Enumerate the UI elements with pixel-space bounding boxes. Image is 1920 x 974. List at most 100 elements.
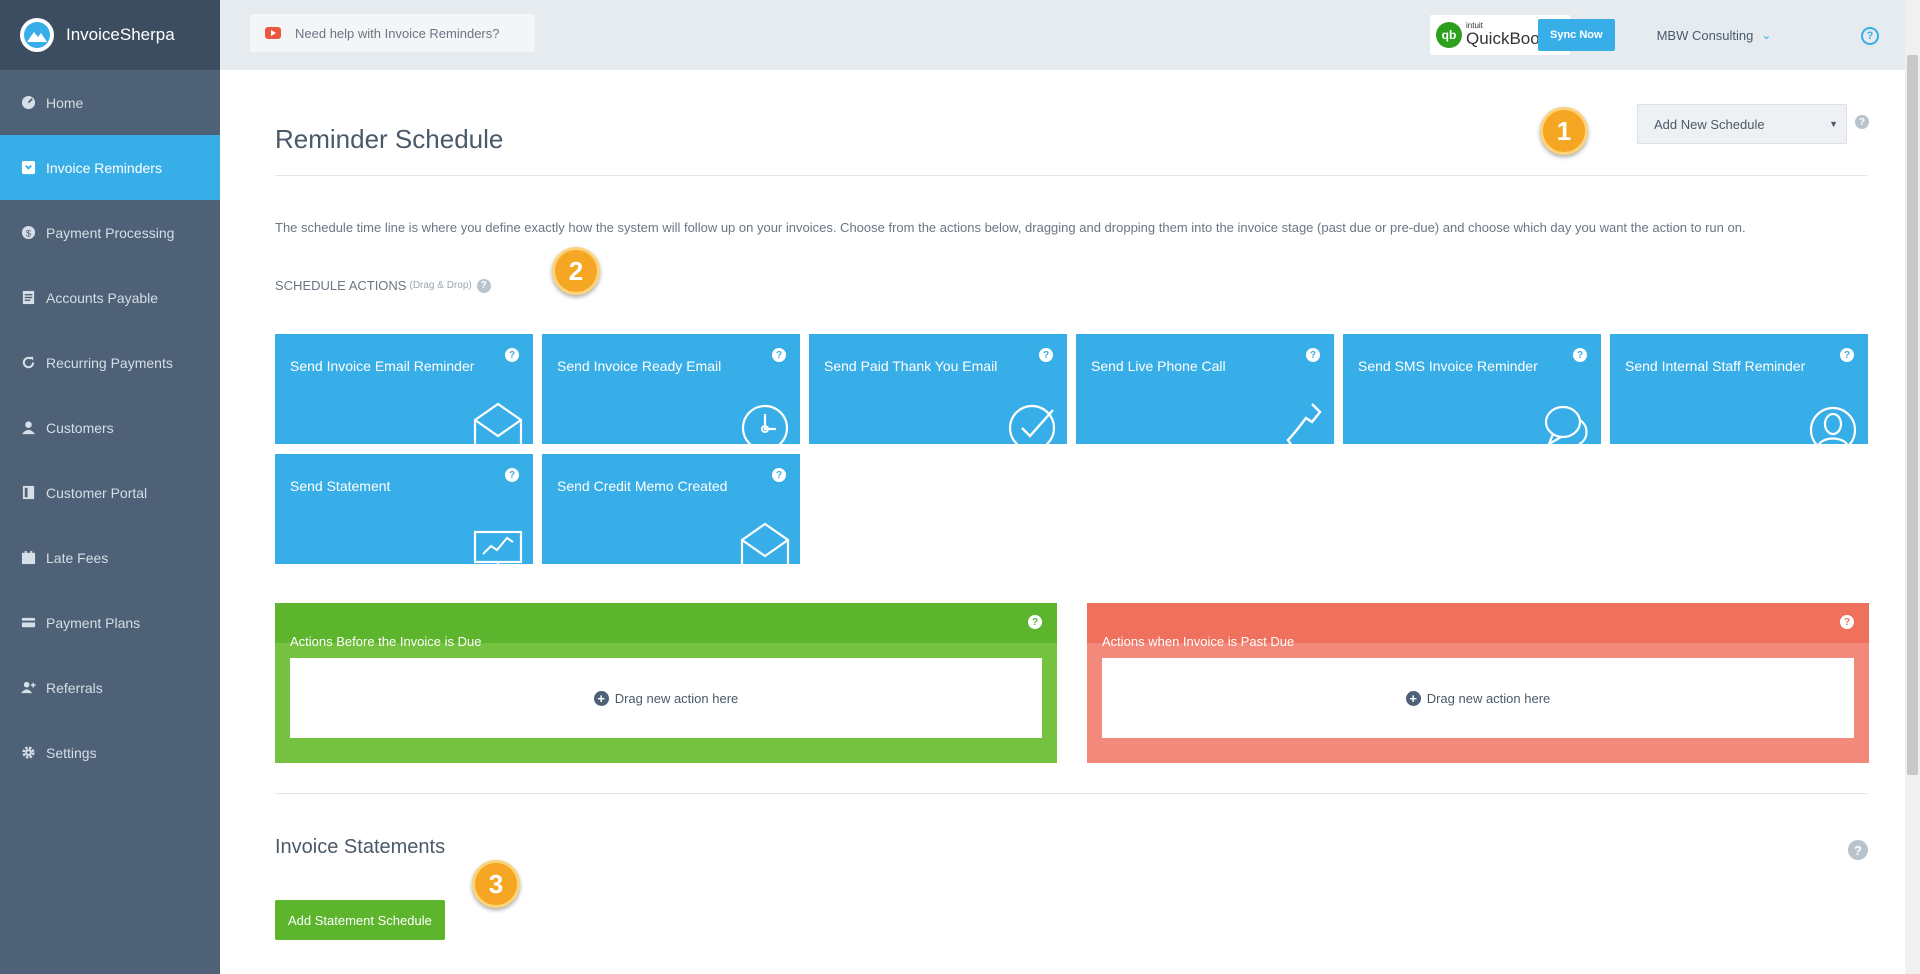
statements-help-icon[interactable]: ? — [1848, 840, 1868, 860]
add-statement-schedule-button[interactable]: Add Statement Schedule — [275, 900, 445, 940]
tile-label: Send Invoice Ready Email — [557, 358, 722, 374]
sidebar-item-label: Home — [46, 94, 84, 111]
stage-past-due: Actions when Invoice is Past Due ? + Dra… — [1087, 603, 1869, 763]
schedule-actions-label: SCHEDULE ACTIONS — [275, 278, 407, 293]
step-marker-3: 3 — [472, 860, 520, 908]
divider — [275, 175, 1867, 176]
add-new-schedule-select[interactable]: Add New Schedule ▼ — [1637, 104, 1847, 144]
drop-zone-text: Drag new action here — [614, 690, 739, 706]
tile-label: Send Credit Memo Created — [557, 478, 728, 494]
refresh-icon — [20, 355, 36, 371]
action-tile-send-statement[interactable]: Send Statement ? — [275, 454, 533, 564]
inbox-icon — [20, 160, 36, 176]
tile-help-icon[interactable]: ? — [1840, 348, 1854, 362]
stage-title: Actions when Invoice is Past Due — [1102, 634, 1295, 649]
sidebar-item-label: Customer Portal — [46, 484, 148, 501]
sidebar-item-payment-processing[interactable]: $ Payment Processing — [0, 200, 220, 265]
divider — [275, 793, 1867, 794]
sidebar-item-label: Payment Processing — [46, 224, 175, 241]
sidebar-item-customers[interactable]: Customers — [0, 395, 220, 460]
page-title: Reminder Schedule — [275, 124, 504, 154]
sidebar-item-label: Accounts Payable — [46, 289, 159, 306]
sidebar-item-customer-portal[interactable]: Customer Portal — [0, 460, 220, 525]
schedule-select-value: Add New Schedule — [1654, 116, 1765, 132]
tile-label: Send Statement — [290, 478, 391, 494]
document-icon — [20, 290, 36, 306]
stage-help-icon[interactable]: ? — [1840, 615, 1854, 629]
sidebar: InvoiceSherpa Home Invoice Reminders $ P… — [0, 0, 220, 974]
action-tile-internal-staff-reminder[interactable]: Send Internal Staff Reminder ? — [1610, 334, 1868, 444]
help-video-link[interactable]: Need help with Invoice Reminders? — [250, 14, 535, 52]
sidebar-item-accounts-payable[interactable]: Accounts Payable — [0, 265, 220, 330]
tile-help-icon[interactable]: ? — [772, 468, 786, 482]
quickbooks-icon: qb — [1436, 22, 1462, 48]
step-marker-1: 1 — [1540, 107, 1588, 155]
dashboard-icon — [20, 95, 36, 111]
presentation-chart-icon — [473, 530, 523, 564]
tile-help-icon[interactable]: ? — [1306, 348, 1320, 362]
envelope-icon — [740, 522, 790, 564]
schedule-actions-heading: SCHEDULE ACTIONS (Drag & Drop) ? — [275, 278, 491, 293]
invoice-statements-title: Invoice Statements — [275, 836, 446, 858]
chat-bubble-icon — [1544, 405, 1588, 444]
svg-text:$: $ — [25, 228, 31, 238]
card-icon — [20, 615, 36, 631]
intro-text: The schedule time line is where you defi… — [275, 220, 1746, 235]
sidebar-item-late-fees[interactable]: Late Fees — [0, 525, 220, 590]
drag-drop-hint: (Drag & Drop) — [409, 280, 472, 291]
account-name: MBW Consulting — [1656, 27, 1754, 43]
sidebar-item-referrals[interactable]: Referrals — [0, 655, 220, 720]
sidebar-item-recurring-payments[interactable]: Recurring Payments — [0, 330, 220, 395]
sidebar-item-payment-plans[interactable]: Payment Plans — [0, 590, 220, 655]
tile-label: Send Live Phone Call — [1091, 358, 1226, 374]
plus-circle-icon: + — [593, 690, 609, 706]
action-tile-live-phone-call[interactable]: Send Live Phone Call ? — [1076, 334, 1334, 444]
stage-body: + Drag new action here — [275, 643, 1057, 763]
drop-zone-before-due[interactable]: + Drag new action here — [290, 658, 1042, 738]
dollar-icon: $ — [20, 225, 36, 241]
action-tile-sms-invoice-reminder[interactable]: Send SMS Invoice Reminder ? — [1343, 334, 1601, 444]
tile-help-icon[interactable]: ? — [505, 348, 519, 362]
plus-circle-icon: + — [1405, 690, 1421, 706]
sync-now-button[interactable]: Sync Now — [1538, 19, 1615, 51]
gear-icon — [20, 745, 36, 761]
tile-label: Send Paid Thank You Email — [824, 358, 998, 374]
action-tile-invoice-ready-email[interactable]: Send Invoice Ready Email ? — [542, 334, 800, 444]
tile-label: Send Invoice Email Reminder — [290, 358, 475, 374]
clock-icon — [741, 404, 789, 444]
action-tile-invoice-email-reminder[interactable]: Send Invoice Email Reminder ? — [275, 334, 533, 444]
youtube-icon — [265, 27, 281, 39]
sidebar-item-label: Payment Plans — [46, 614, 141, 631]
drop-zone-past-due[interactable]: + Drag new action here — [1102, 658, 1854, 738]
help-icon[interactable]: ? — [1861, 27, 1879, 45]
brand-name: InvoiceSherpa — [66, 25, 175, 44]
person-icon — [1809, 406, 1857, 444]
envelope-icon — [473, 402, 523, 444]
brand[interactable]: InvoiceSherpa — [0, 0, 220, 70]
stage-before-due: Actions Before the Invoice is Due ? + Dr… — [275, 603, 1057, 763]
action-tile-credit-memo-created[interactable]: Send Credit Memo Created ? — [542, 454, 800, 564]
schedule-help-icon[interactable]: ? — [1855, 115, 1869, 129]
sidebar-item-home[interactable]: Home — [0, 70, 220, 135]
actions-help-icon[interactable]: ? — [476, 278, 491, 293]
help-video-text: Need help with Invoice Reminders? — [295, 25, 500, 41]
action-tile-paid-thank-you-email[interactable]: Send Paid Thank You Email ? — [809, 334, 1067, 444]
scrollbar-thumb[interactable] — [1907, 55, 1918, 775]
sidebar-item-label: Late Fees — [46, 549, 109, 566]
tile-help-icon[interactable]: ? — [1039, 348, 1053, 362]
sidebar-item-settings[interactable]: Settings — [0, 720, 220, 785]
account-menu[interactable]: MBW Consulting ⌄ — [1657, 28, 1772, 43]
sidebar-item-invoice-reminders[interactable]: Invoice Reminders — [0, 135, 220, 200]
stage-header: Actions when Invoice is Past Due ? — [1087, 603, 1869, 649]
tile-label: Send Internal Staff Reminder — [1625, 358, 1806, 374]
stage-body: + Drag new action here — [1087, 643, 1869, 763]
stage-help-icon[interactable]: ? — [1028, 615, 1042, 629]
tile-help-icon[interactable]: ? — [1573, 348, 1587, 362]
portal-icon — [20, 485, 36, 501]
tile-help-icon[interactable]: ? — [505, 468, 519, 482]
sidebar-item-label: Customers — [46, 419, 114, 436]
tile-label: Send SMS Invoice Reminder — [1358, 358, 1538, 374]
sidebar-item-label: Referrals — [46, 679, 103, 696]
phone-icon — [1286, 403, 1322, 444]
tile-help-icon[interactable]: ? — [772, 348, 786, 362]
